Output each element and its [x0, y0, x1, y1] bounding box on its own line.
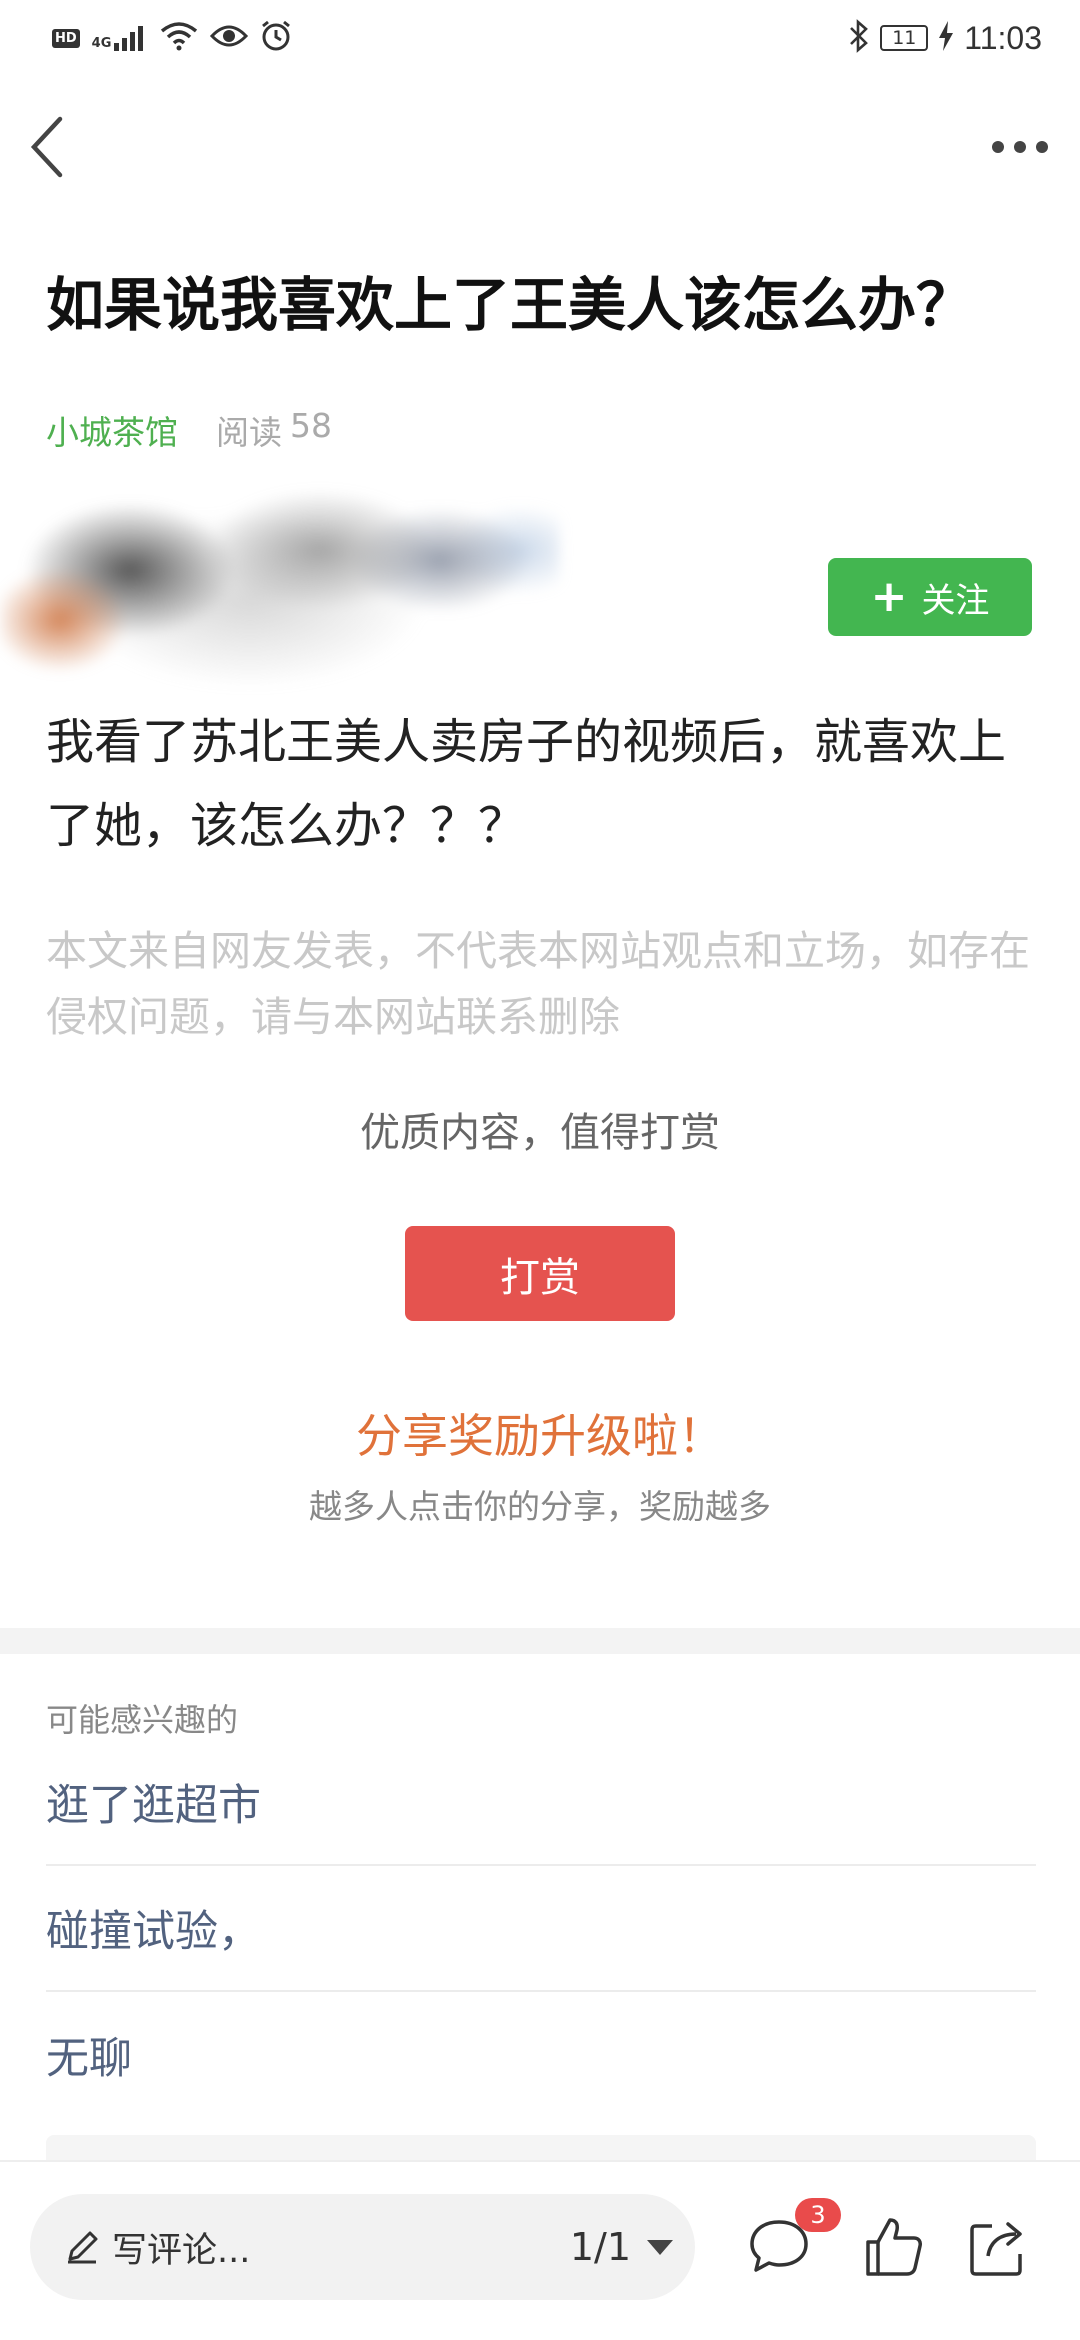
back-button[interactable] [20, 105, 84, 185]
section-divider [0, 1628, 1080, 1654]
share-reward-title[interactable]: 分享奖励升级啦！ [0, 1400, 1080, 1466]
chevron-left-icon [30, 116, 63, 178]
related-item[interactable]: 碰撞试验， [46, 1866, 1036, 1992]
share-reward-subtitle: 越多人点击你的分享，奖励越多 [309, 1487, 771, 1526]
comment-placeholder: 写评论... [112, 2230, 251, 2271]
charging-icon [938, 21, 954, 55]
dropdown-triangle-icon [647, 2239, 673, 2255]
related-list: 逛了逛超市 碰撞试验， 无聊 [46, 1740, 1036, 2118]
share-button[interactable] [962, 2212, 1032, 2282]
pencil-icon [68, 2231, 98, 2264]
comment-count-badge: 3 [795, 2198, 841, 2232]
related-item[interactable]: 无聊 [46, 1992, 1036, 2118]
page-indicator-text: 1/1 [569, 2225, 631, 2269]
plus-icon: + [870, 571, 908, 622]
alarm-icon [260, 20, 292, 56]
read-count-value: 58 [290, 406, 332, 445]
page-indicator[interactable]: 1/1 [570, 2194, 673, 2300]
article-title: 如果说我喜欢上了王美人该怎么办？ [46, 271, 975, 339]
status-bar-right: 11 11:03 [848, 18, 1042, 58]
wifi-icon [160, 21, 198, 55]
author-link[interactable]: 小城茶馆 [46, 406, 178, 454]
status-bar: HD 4G 11 11:03 [0, 0, 1080, 80]
redacted-author-card [0, 470, 560, 700]
bottom-action-bar: 写评论... 1/1 3 [0, 2160, 1080, 2340]
hd-icon: HD [52, 28, 80, 48]
disclaimer-text: 本文来自网友发表，不代表本网站观点和立场，如存在侵权问题，请与本网站联系删除 [46, 927, 1030, 1041]
comment-input[interactable]: 写评论... 1/1 [30, 2194, 695, 2300]
article-meta: 小城茶馆 阅读 58 [46, 400, 332, 460]
reward-button[interactable]: 打赏 [405, 1226, 675, 1321]
bluetooth-icon [848, 19, 870, 57]
share-icon [970, 2222, 1022, 2276]
network-label: 4G [91, 36, 112, 51]
follow-button[interactable]: + 关注 [828, 558, 1032, 636]
read-count: 阅读 58 [216, 406, 332, 454]
follow-label: 关注 [921, 580, 990, 621]
4g-signal-icon: 4G [92, 25, 149, 51]
reward-prompt: 优质内容，值得打赏 [360, 1110, 720, 1156]
battery-icon: 11 [880, 25, 929, 51]
more-dots-icon [992, 141, 1048, 153]
thumbs-up-icon [866, 2218, 922, 2276]
more-options-button[interactable] [970, 115, 1060, 179]
like-button[interactable] [858, 2212, 928, 2282]
read-count-label: 阅读 [216, 413, 282, 452]
related-item[interactable]: 逛了逛超市 [46, 1740, 1036, 1866]
related-section-label: 可能感兴趣的 [46, 1701, 239, 1739]
article-page: HD 4G 11 11:03 如果说我喜欢上了王美人该怎么办？ 小城茶馆 阅读 … [0, 0, 1080, 2340]
status-bar-left: HD 4G [52, 18, 292, 58]
article-body: 我看了苏北王美人卖房子的视频后，就喜欢上了她，该怎么办？？？ [46, 714, 1007, 854]
eye-icon [210, 22, 249, 54]
status-time: 11:03 [964, 19, 1042, 56]
